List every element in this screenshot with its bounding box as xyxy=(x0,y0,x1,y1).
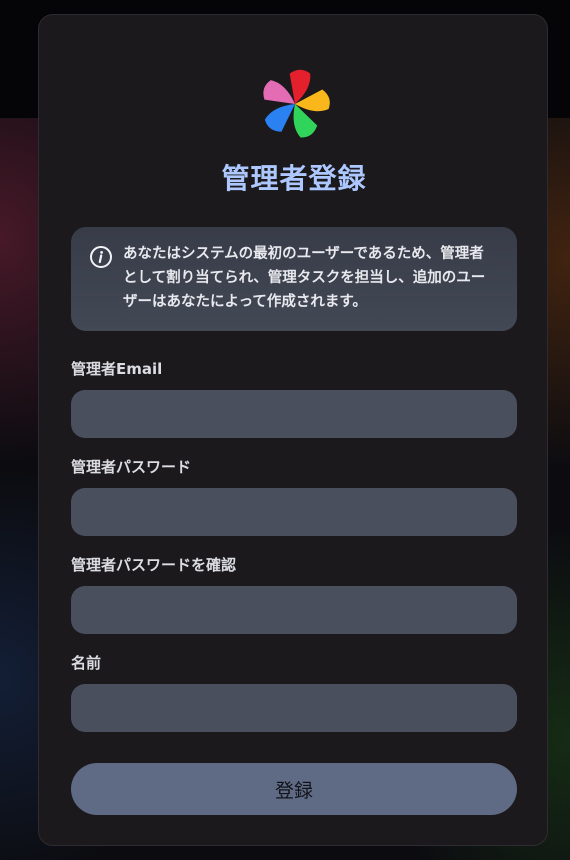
password-field[interactable] xyxy=(71,488,517,536)
immich-logo xyxy=(263,69,330,138)
confirm-password-field[interactable] xyxy=(71,586,517,634)
name-label: 名前 xyxy=(71,654,102,672)
info-circle-icon xyxy=(90,246,112,268)
info-message: あなたはシステムの最初のユーザーであるため、管理者として割り当てられ、管理タスク… xyxy=(123,246,486,310)
info-notice: あなたはシステムの最初のユーザーであるため、管理者として割り当てられ、管理タスク… xyxy=(71,227,517,331)
email-field[interactable] xyxy=(71,390,517,438)
register-card: 管理者登録 あなたはシステムの最初のユーザーであるため、管理者として割り当てられ… xyxy=(38,14,548,846)
confirm-password-label: 管理者パスワードを確認 xyxy=(71,556,237,574)
email-label: 管理者Email xyxy=(71,360,163,378)
password-label: 管理者パスワード xyxy=(71,458,192,476)
name-field[interactable] xyxy=(71,684,517,732)
page-title: 管理者登録 xyxy=(221,162,367,195)
register-button[interactable]: 登録 xyxy=(71,763,517,815)
